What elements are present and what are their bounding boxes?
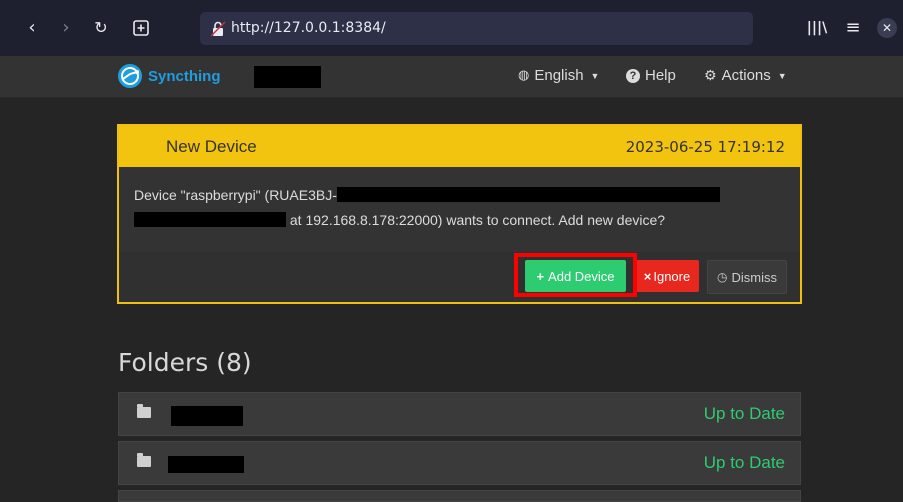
library-icon[interactable]: |||\: [805, 16, 829, 40]
message-line-2: at 192.168.8.178:22000) wants to connect…: [134, 208, 784, 233]
language-label: English: [534, 67, 584, 84]
lock-icon[interactable]: [210, 21, 226, 37]
brand[interactable]: Syncthing: [117, 62, 221, 90]
redacted-folder-name: [171, 406, 243, 426]
syncthing-logo-icon: [118, 64, 142, 88]
new-device-panel: New Device 2023-06-25 17:19:12 Device "r…: [117, 124, 802, 304]
globe-icon: ◍: [518, 68, 530, 83]
actions-menu[interactable]: ⚙ Actions ▼: [704, 67, 787, 84]
panel-message: Device "raspberrypi" (RUAE3BJ- at 192.16…: [134, 183, 784, 233]
folders-title: Folders (8): [118, 348, 252, 377]
close-icon[interactable]: ✕: [877, 18, 897, 38]
folder-icon: [137, 404, 151, 418]
back-icon[interactable]: ‹: [20, 16, 44, 40]
reload-icon[interactable]: ↻: [89, 16, 113, 40]
gear-icon: ⚙: [704, 67, 717, 84]
brand-name: Syncthing: [148, 67, 221, 85]
clock-icon: ◷: [717, 270, 728, 284]
url-text: http://127.0.0.1:8384/: [231, 20, 386, 36]
caret-down-icon: ▼: [777, 70, 787, 81]
folder-icon: [137, 453, 151, 467]
folder-status: Up to Date: [703, 453, 785, 472]
menu-icon[interactable]: ≡: [841, 16, 865, 40]
url-bar[interactable]: http://127.0.0.1:8384/: [200, 12, 753, 45]
panel-title: New Device: [166, 137, 257, 156]
ignore-button[interactable]: × Ignore: [635, 260, 699, 292]
redacted-device-id: [336, 187, 720, 202]
ignore-label: Ignore: [653, 268, 691, 284]
help-label: Help: [645, 67, 676, 84]
browser-toolbar: ‹ › ↻ http://127.0.0.1:8384/ |||\ ≡ ✕: [0, 0, 903, 56]
dismiss-button[interactable]: ◷ Dismiss: [707, 260, 787, 294]
highlight-annotation: [514, 253, 637, 297]
panel-timestamp: 2023-06-25 17:19:12: [625, 138, 785, 156]
folder-row[interactable]: Up to Date: [118, 441, 801, 485]
times-icon: ×: [643, 268, 652, 284]
redacted-folder-name: [168, 456, 244, 473]
caret-down-icon: ▼: [590, 70, 600, 81]
folder-status: Up to Date: [703, 404, 785, 423]
help-link[interactable]: ? Help: [626, 67, 676, 84]
question-icon: ?: [626, 68, 640, 83]
panel-header: New Device 2023-06-25 17:19:12: [119, 126, 800, 167]
folder-row[interactable]: Up to Date: [118, 392, 801, 436]
message-line-1: Device "raspberrypi" (RUAE3BJ-: [134, 183, 784, 208]
message-text-2: at 192.168.8.178:22000) wants to connect…: [289, 212, 666, 228]
app-navbar: Syncthing ◍ English ▼ ? Help ⚙ Actions ▼: [0, 56, 903, 98]
redacted-device-name: [254, 66, 321, 88]
folder-row-partial[interactable]: [118, 490, 801, 502]
forward-icon[interactable]: ›: [54, 16, 78, 40]
new-tab-icon[interactable]: [129, 16, 153, 40]
message-text-1: Device "raspberrypi" (RUAE3BJ-: [134, 187, 337, 203]
language-menu[interactable]: ◍ English ▼: [518, 67, 599, 84]
actions-label: Actions: [721, 67, 771, 84]
dismiss-label: Dismiss: [731, 269, 777, 285]
redacted-device-id-2: [134, 212, 286, 227]
